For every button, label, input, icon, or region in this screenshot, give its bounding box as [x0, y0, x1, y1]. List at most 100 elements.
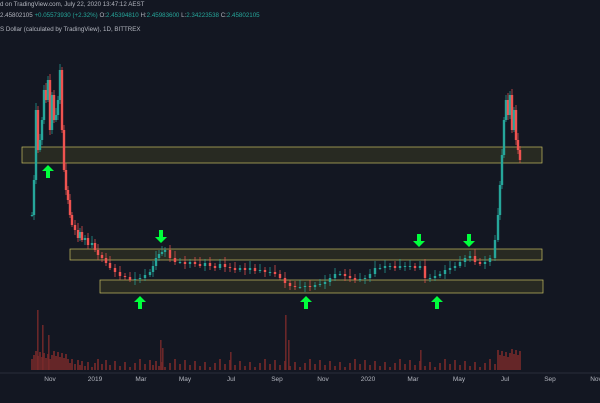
arrow-down-icon [463, 234, 475, 247]
candle-body [323, 282, 327, 284]
x-tick-label: 2019 [88, 376, 103, 383]
volume-bar [484, 363, 486, 370]
candle-body [463, 258, 467, 262]
volume-bar [444, 359, 446, 370]
candle-body [518, 150, 522, 160]
volume-bar [503, 356, 505, 370]
candle-body [502, 120, 506, 155]
volume-bar [204, 362, 206, 370]
price-chart[interactable]: Nov 2019 Mar May Jul Sep Nov 2020 Mar May Jul Sep No… [0, 0, 600, 403]
volume-bar [144, 364, 146, 370]
candle-body [154, 258, 158, 266]
volume-spike [42, 325, 44, 370]
candle-body [38, 140, 42, 150]
volume-spike [230, 352, 232, 370]
candle-body [128, 277, 132, 280]
candle-body [104, 258, 108, 263]
volume-bar [254, 367, 256, 370]
middle-zone [69, 248, 543, 261]
candle-body [198, 264, 202, 266]
candle-body [398, 266, 402, 268]
candle-body [193, 262, 197, 264]
candle-body [93, 243, 97, 250]
volume-bar [449, 364, 451, 370]
volume-bar [424, 366, 426, 370]
volume-bar [513, 354, 515, 370]
volume-bar [35, 351, 37, 370]
candle-body [62, 130, 66, 170]
x-tick-label: Sep [271, 376, 283, 383]
candle-body [100, 255, 104, 258]
volume-bar [119, 366, 121, 370]
volume-bar [249, 362, 251, 370]
volume-bar [359, 364, 361, 370]
candle-body [278, 274, 282, 278]
x-tick-label: Nov [44, 376, 56, 383]
candle-body [268, 272, 272, 273]
x-tick-label: May [179, 376, 192, 383]
volume-bar [105, 360, 107, 370]
candle-body [428, 278, 432, 279]
volume-bar [309, 359, 311, 370]
candle-body [378, 268, 382, 269]
volume-bar [199, 366, 201, 370]
volume-bar [489, 359, 491, 370]
candle-body [453, 266, 457, 268]
volume-bar [469, 366, 471, 370]
candle-body [163, 250, 167, 252]
candle-body [40, 120, 44, 140]
x-tick-label: Sep [544, 376, 556, 383]
candle-body [328, 278, 332, 282]
volume-bar [329, 361, 331, 370]
volume-bar [79, 365, 81, 370]
x-tick-label: Jul [501, 376, 510, 383]
upper-resistance-zone [21, 146, 543, 164]
candle-body [208, 263, 212, 266]
volume-bar [224, 364, 226, 370]
candle-body [368, 274, 372, 278]
volume-bar [149, 360, 151, 370]
candle-body [308, 286, 312, 287]
volume-bar [124, 362, 126, 370]
volume-bar [164, 367, 166, 370]
candle-body [298, 287, 302, 288]
candle-body [318, 284, 322, 285]
candle-body [113, 268, 117, 272]
candle-body [160, 252, 164, 254]
volume-bar [33, 355, 35, 370]
volume-bar [379, 366, 381, 370]
volume-bar [399, 359, 401, 370]
volume-bar [87, 362, 89, 370]
volume-bar [299, 367, 301, 370]
candle-body [408, 266, 412, 267]
volume-bar [515, 350, 517, 370]
candle-body [133, 279, 137, 280]
volume-bar [39, 352, 41, 370]
x-tick-label: May [453, 376, 466, 383]
volume-spike [285, 315, 287, 370]
volume-bar [505, 352, 507, 370]
arrow-down-icon [413, 234, 425, 247]
volume-bar [109, 365, 111, 370]
arrow-down-icon [155, 230, 167, 243]
volume-bar [45, 358, 47, 370]
candle-body [178, 262, 182, 263]
volume-bar [97, 359, 99, 370]
candle-body [32, 180, 36, 215]
volume-bar [344, 367, 346, 370]
candle-body [483, 262, 487, 264]
candle-body [498, 185, 502, 215]
arrow-up-icon [42, 165, 54, 178]
volume-bar [53, 351, 55, 370]
arrow-up-icon [431, 296, 443, 309]
candle-body [343, 274, 347, 276]
lower-support-zone [99, 279, 544, 294]
candle-body [443, 270, 447, 274]
volume-bar [77, 360, 79, 370]
candle-body [363, 278, 367, 279]
candle-body [68, 200, 72, 215]
volume-bar [71, 359, 73, 370]
volume-bar [319, 360, 321, 370]
volume-bar [364, 360, 366, 370]
candle-body [423, 266, 427, 278]
